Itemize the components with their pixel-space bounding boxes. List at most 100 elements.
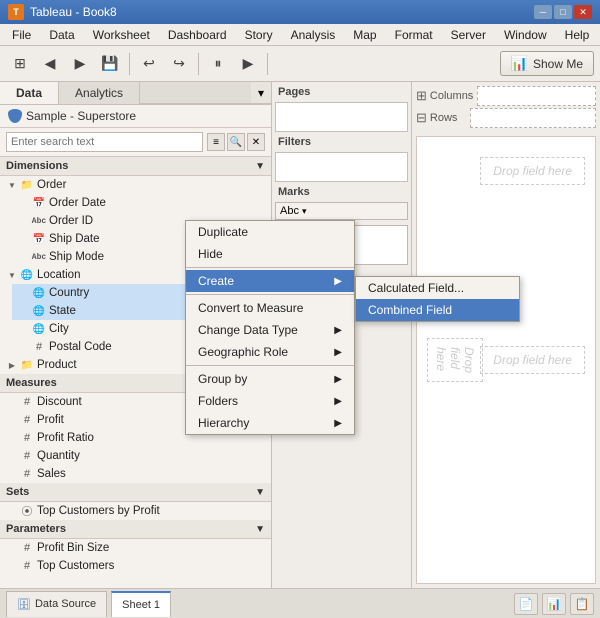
menu-worksheet[interactable]: Worksheet [85,26,158,44]
top-customers-param-hash-icon: # [20,559,34,573]
profit-bin-hash-icon: # [20,541,34,555]
menu-file[interactable]: File [4,26,39,44]
top-customers-set-icon: ⦿ [20,504,34,518]
profit-bin-size-label: Profit Bin Size [37,542,109,554]
dimensions-label: Dimensions [6,160,68,172]
drop-field-center: Dropfieldhere [427,338,483,382]
menu-bar: File Data Worksheet Dashboard Story Anal… [0,24,600,46]
menu-analysis[interactable]: Analysis [283,26,344,44]
menu-dashboard[interactable]: Dashboard [160,26,235,44]
status-bar: 🗄 Data Source Sheet 1 📄 📊 📋 [0,588,600,618]
new-story-btn[interactable]: 📋 [570,593,594,615]
ctx-sep3 [186,365,354,366]
toolbar-sep1 [129,53,130,75]
tree-item-sales[interactable]: # Sales [0,465,271,483]
parameters-arrow[interactable]: ▼ [255,524,265,535]
menu-story[interactable]: Story [237,26,281,44]
tree-item-quantity[interactable]: # Quantity [0,447,271,465]
order-id-spacer [18,215,30,227]
search-magnify-btn[interactable]: 🔍 [227,133,245,151]
drop-field-top: Drop field here [480,157,585,185]
ctx-item-create[interactable]: Create ▶ [186,270,354,292]
toolbar-back-btn[interactable]: ◀ [36,51,64,77]
ctx-item-hierarchy[interactable]: Hierarchy ▶ [186,412,354,434]
new-worksheet-btn[interactable]: 📄 [514,593,538,615]
submenu-item-calculated-field[interactable]: Calculated Field... [356,277,519,299]
columns-row: ⊞ Columns [416,86,596,106]
measures-label: Measures [6,377,57,389]
tree-item-profit-bin-size[interactable]: # Profit Bin Size [0,539,271,557]
marks-dropdown-arrow[interactable]: ▾ [302,206,307,217]
panel-menu-btn[interactable]: ▾ [251,82,271,104]
submenu-item-combined-field[interactable]: Combined Field [356,299,519,321]
toolbar-run-btn[interactable]: ▶ [234,51,262,77]
tree-item-order-date[interactable]: 📅 Order Date [12,194,271,212]
marks-dropdown[interactable]: Abc ▾ [275,202,408,220]
context-menu: Duplicate Hide Create ▶ Convert to Measu… [185,220,355,435]
ctx-item-geographic-role[interactable]: Geographic Role ▶ [186,341,354,363]
toolbar-pause-btn[interactable]: ⏸ [204,51,232,77]
ctx-item-duplicate[interactable]: Duplicate [186,221,354,243]
drop-field-right: Drop field here [480,157,585,185]
data-source-name: Sample - Superstore [26,109,136,123]
new-dashboard-btn[interactable]: 📊 [542,593,566,615]
data-source-tab-label: Data Source [35,598,96,610]
menu-data[interactable]: Data [41,26,82,44]
order-date-label: Order Date [49,197,106,209]
toolbar-undo-btn[interactable]: ↩ [135,51,163,77]
close-button[interactable]: ✕ [574,5,592,19]
marks-type-label: Abc [280,205,299,217]
menu-window[interactable]: Window [496,26,555,44]
tree-item-order-group[interactable]: ▼ 📁 Order [0,176,271,194]
quantity-hash-icon: # [20,449,34,463]
sets-arrow[interactable]: ▼ [255,487,265,498]
columns-label: ⊞ Columns [416,88,473,104]
rows-icon: ⊟ [416,110,427,126]
tree-item-top-customers-param[interactable]: # Top Customers [0,557,271,575]
show-me-button[interactable]: 📊 Show Me [500,51,594,76]
toolbar-redo-btn[interactable]: ↪ [165,51,193,77]
ctx-item-convert-to-measure[interactable]: Convert to Measure [186,297,354,319]
sets-header: Sets ▼ [0,483,271,502]
minimize-button[interactable]: ─ [534,5,552,19]
tab-data-source[interactable]: 🗄 Data Source [6,591,107,617]
search-bar: ≡ 🔍 ✕ [0,128,271,157]
product-group-label: Product [37,359,77,371]
tab-data[interactable]: Data [0,82,59,104]
window-controls[interactable]: ─ □ ✕ [534,5,592,19]
search-close-btn[interactable]: ✕ [247,133,265,151]
search-input[interactable] [6,132,203,152]
menu-format[interactable]: Format [387,26,441,44]
ctx-item-change-data-type[interactable]: Change Data Type ▶ [186,319,354,341]
toolbar-forward-btn[interactable]: ▶ [66,51,94,77]
show-me-label: Show Me [533,57,583,71]
profit-ratio-spacer [6,432,18,444]
postal-hash-icon: # [32,340,46,354]
maximize-button[interactable]: □ [554,5,572,19]
tab-sheet1[interactable]: Sheet 1 [111,591,171,617]
toolbar-new-btn[interactable]: ⊞ [6,51,34,77]
data-source-icon: 🗄 [17,598,31,611]
main-drop-area: Drop field here Dropfieldhere Drop field… [416,136,596,584]
toolbar-save-btn[interactable]: 💾 [96,51,124,77]
show-me-icon: 📊 [511,55,528,72]
sales-hash-icon: # [20,467,34,481]
search-list-btn[interactable]: ≡ [207,133,225,151]
dimensions-arrow[interactable]: ▼ [255,161,265,172]
profit-bin-spacer [6,542,18,554]
ctx-item-group-by[interactable]: Group by ▶ [186,368,354,390]
tree-item-top-customers-set[interactable]: ⦿ Top Customers by Profit [0,502,271,520]
discount-hash-icon: # [20,395,34,409]
main-view: ⊞ Columns ⊟ Rows [412,82,600,588]
menu-help[interactable]: Help [557,26,598,44]
window-title: Tableau - Book8 [30,5,117,19]
ctx-item-hide[interactable]: Hide [186,243,354,265]
ship-mode-label: Ship Mode [49,251,104,263]
menu-server[interactable]: Server [443,26,494,44]
menu-map[interactable]: Map [345,26,384,44]
dimensions-header: Dimensions ▼ [0,157,271,176]
order-group-label: Order [37,179,66,191]
order-date-icon: 📅 [32,196,46,210]
tab-analytics[interactable]: Analytics [59,82,140,104]
ctx-item-folders[interactable]: Folders ▶ [186,390,354,412]
